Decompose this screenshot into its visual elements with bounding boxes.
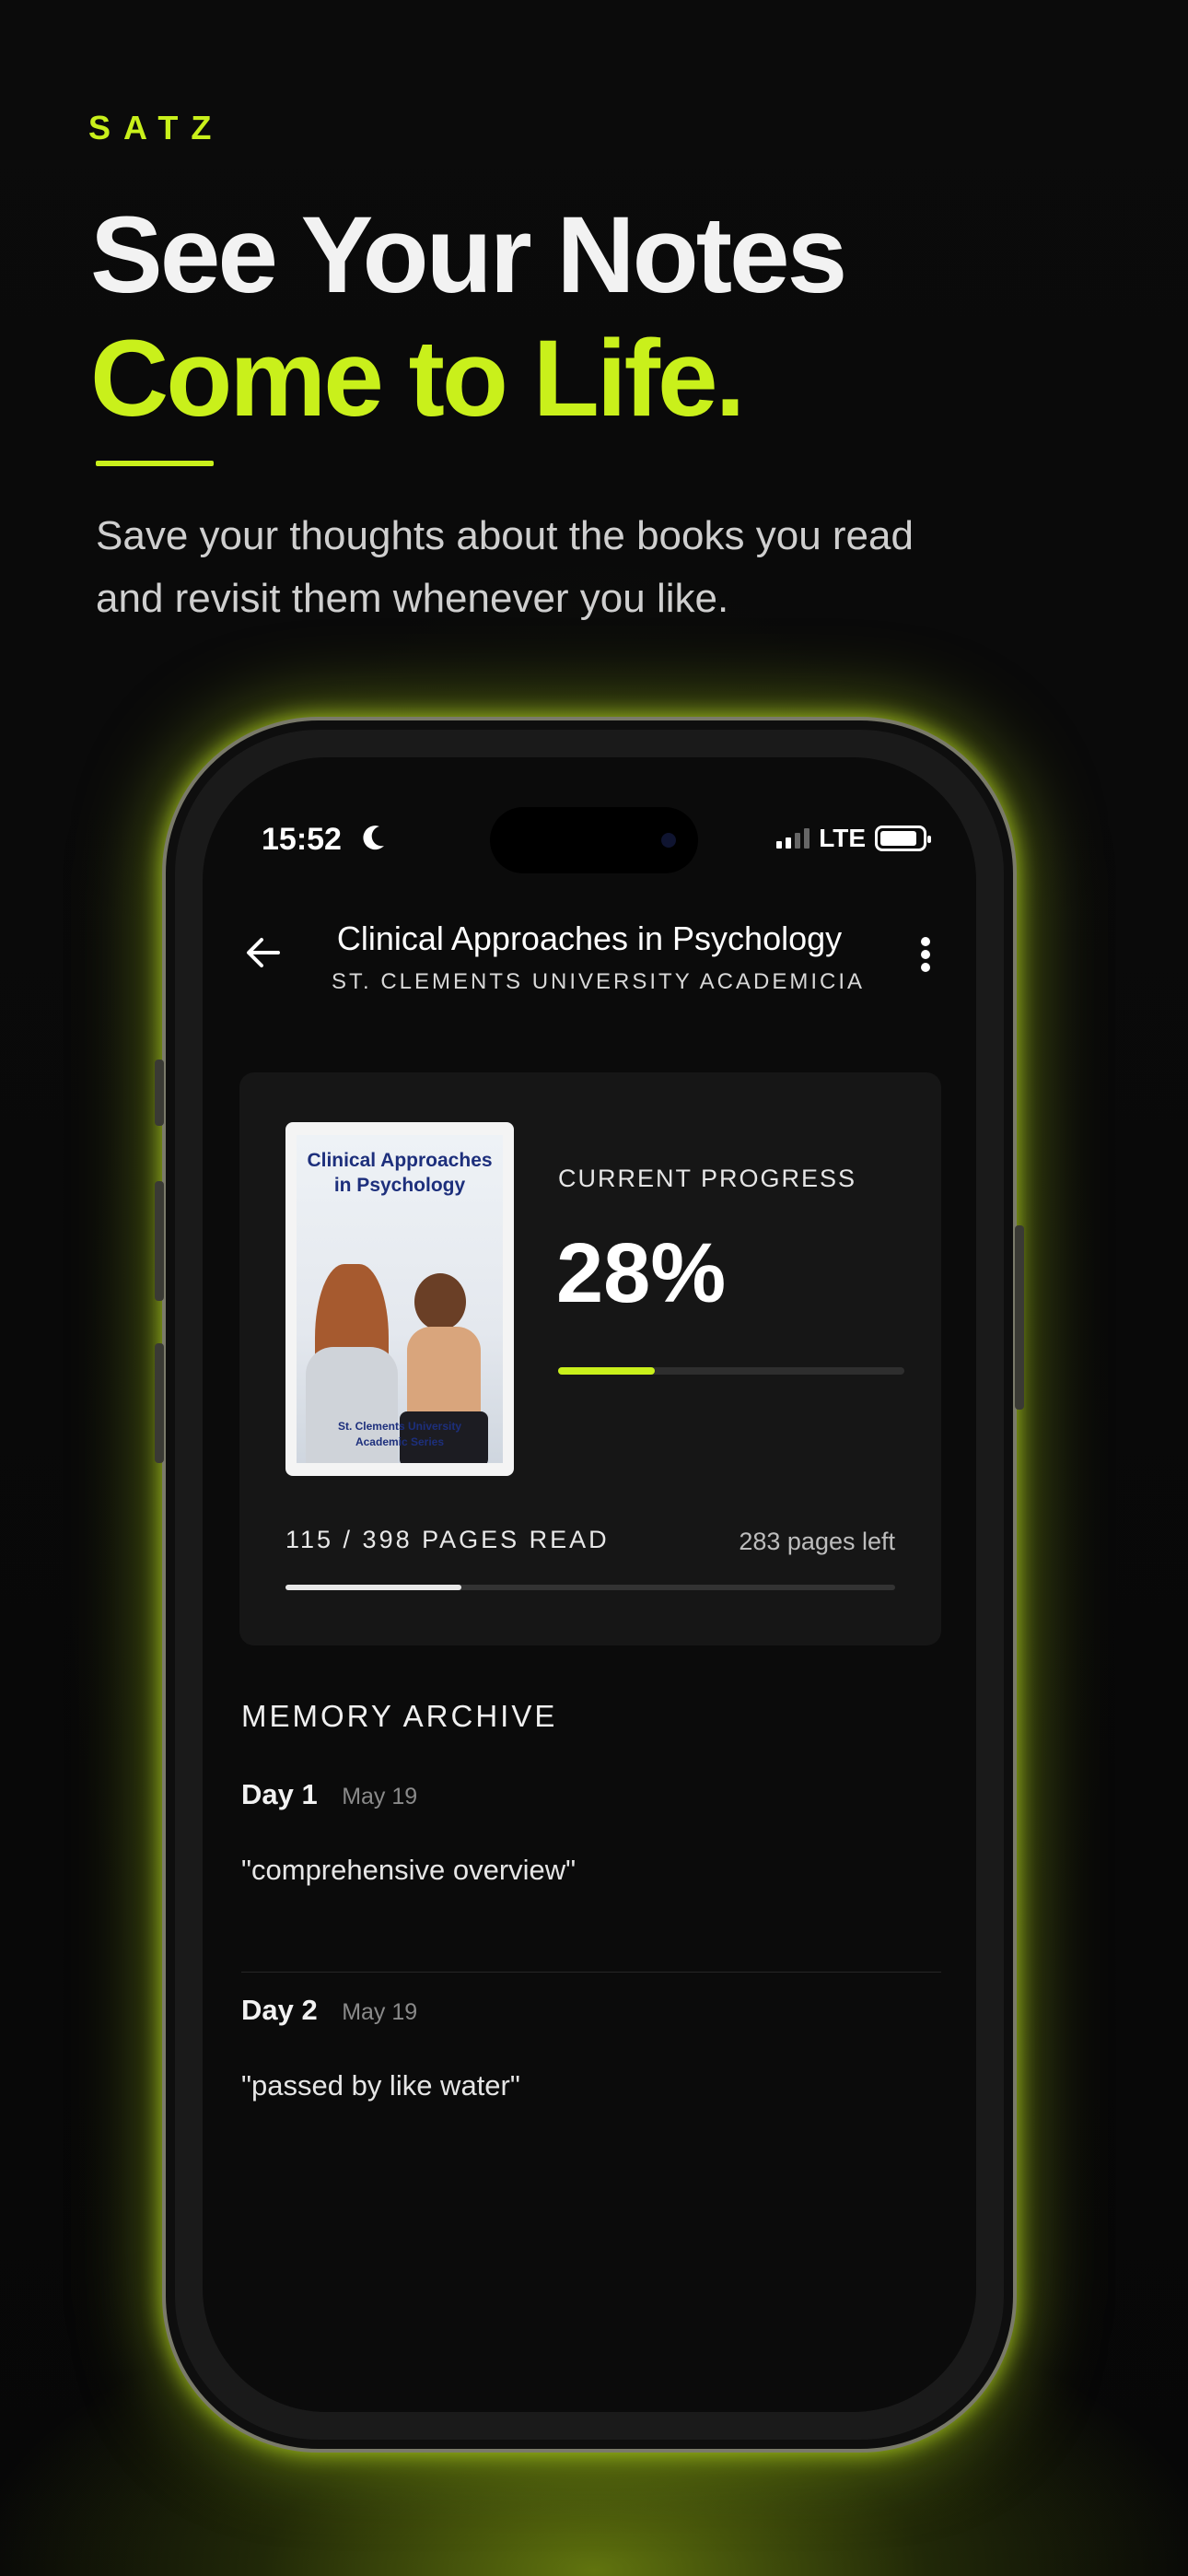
dynamic-island	[490, 807, 698, 873]
progress-percent: 28%	[556, 1226, 727, 1320]
network-label: LTE	[819, 824, 866, 852]
status-indicators: LTE	[776, 824, 931, 853]
progress-bar	[558, 1367, 904, 1375]
headline-line-2: Come to Life.	[90, 318, 745, 439]
entry-date: May 19	[342, 1999, 418, 2025]
progress-label: CURRENT PROGRESS	[558, 1165, 857, 1192]
power-button	[1015, 1225, 1024, 1410]
phone-screen: 15:52 LTE Clinical Approaches in Psychol…	[203, 757, 976, 2412]
entry-date: May 19	[342, 1784, 418, 1809]
nav-bar: Clinical Approaches in Psychology ST. CL…	[203, 914, 976, 997]
progress-card: Clinical Approaches in Psychology St. Cl…	[239, 1072, 941, 1645]
accent-divider	[96, 461, 214, 466]
volume-up-button	[155, 1181, 164, 1301]
subtitle-line-1: Save your thoughts about the books you r…	[96, 513, 914, 558]
progress-bar-fill	[558, 1367, 656, 1375]
pages-left: 283 pages left	[739, 1528, 895, 1555]
book-title: Clinical Approaches in Psychology	[336, 919, 843, 957]
moon-icon	[363, 825, 384, 850]
volume-down-button	[155, 1343, 164, 1463]
more-vertical-icon[interactable]	[912, 927, 939, 982]
subtitle-line-2: and revisit them whenever you like.	[96, 576, 729, 621]
subtitle: Save your thoughts about the books you r…	[96, 505, 1017, 630]
battery-icon	[875, 825, 931, 851]
entry-divider	[241, 1972, 941, 1973]
phone-frame: 15:52 LTE Clinical Approaches in Psychol…	[155, 717, 1024, 2453]
cover-figure-right-head	[414, 1273, 466, 1330]
memory-entry[interactable]: Day 1 May 19 "comprehensive overview"	[241, 1778, 941, 1887]
entry-day: Day 2	[241, 1994, 318, 2026]
entry-day: Day 1	[241, 1778, 318, 1810]
entry-quote: "comprehensive overview"	[241, 1854, 577, 1886]
headline-line-1: See Your Notes	[90, 194, 847, 316]
cover-title: Clinical Approaches in Psychology	[307, 1150, 493, 1196]
pages-read: 115 / 398 PAGES READ	[285, 1526, 610, 1553]
cover-footer-line-1: St. Clements University	[337, 1420, 462, 1433]
cover-footer-line-2: Academic Series	[355, 1435, 445, 1448]
pages-read-bar-fill	[285, 1585, 462, 1590]
signal-icon	[776, 828, 810, 849]
book-publisher: ST. CLEMENTS UNIVERSITY ACADEMICIAN ...	[332, 969, 866, 994]
headline: See Your Notes Come to Life.	[90, 193, 847, 440]
memory-entry[interactable]: Day 2 May 19 "passed by like water"	[241, 1994, 941, 2102]
memory-archive-title: MEMORY ARCHIVE	[241, 1699, 558, 1733]
action-button	[155, 1060, 164, 1126]
cover-illustration: Clinical Approaches in Psychology St. Cl…	[297, 1135, 503, 1463]
promo-page: SATZ See Your Notes Come to Life. Save y…	[0, 0, 1188, 2576]
status-time: 15:52	[262, 822, 342, 857]
cover-footer: St. Clements University Academic Series	[297, 1419, 503, 1450]
entry-quote: "passed by like water"	[241, 2069, 520, 2102]
front-camera	[661, 833, 676, 848]
brand-logo-text: SATZ	[88, 109, 225, 146]
book-cover[interactable]: Clinical Approaches in Psychology St. Cl…	[285, 1122, 514, 1476]
pages-read-bar	[285, 1585, 895, 1590]
